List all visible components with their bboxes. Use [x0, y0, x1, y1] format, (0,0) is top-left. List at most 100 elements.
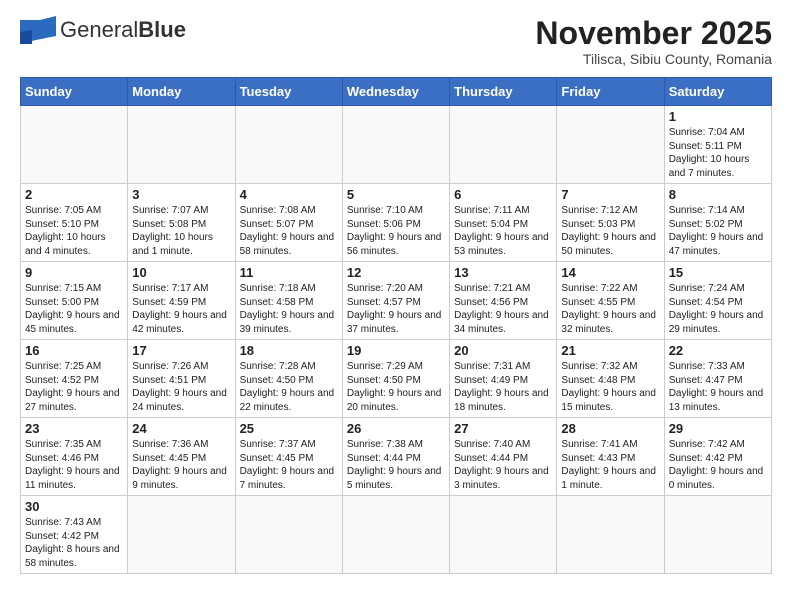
calendar-cell-w5d5	[557, 496, 664, 574]
day-number: 22	[669, 343, 767, 358]
calendar-cell-w2d4: 13Sunrise: 7:21 AM Sunset: 4:56 PM Dayli…	[450, 262, 557, 340]
day-info: Sunrise: 7:31 AM Sunset: 4:49 PM Dayligh…	[454, 360, 552, 414]
calendar-cell-w3d6: 22 Sunrise: 7:33 AM Sunset: 4:47 PM Dayli…	[664, 340, 771, 418]
calendar-cell-w2d0: 9 Sunrise: 7:15 AM Sunset: 5:00 PM Daylig…	[21, 262, 128, 340]
day-info: Sunrise: 7:11 AM Sunset: 5:04 PM Dayligh…	[454, 204, 552, 258]
calendar-cell-w3d2: 18 Sunrise: 7:28 AM Sunset: 4:50 PM Dayli…	[235, 340, 342, 418]
logo-general: General	[60, 17, 138, 42]
day-number: 18	[240, 343, 338, 358]
day-number: 29	[669, 421, 767, 436]
day-number: 26	[347, 421, 445, 436]
day-number: 14	[561, 265, 659, 280]
day-info: Sunrise: 7:15 AM Sunset: 5:00 PM Dayligh…	[25, 282, 123, 336]
day-info: Sunrise: 7:05 AM Sunset: 5:10 PM Dayligh…	[25, 204, 123, 258]
day-info: Sunrise: 7:12 AM Sunset: 5:03 PM Dayligh…	[561, 204, 659, 258]
day-number: 17	[132, 343, 230, 358]
day-info: Sunrise: 7:35 AM Sunset: 4:46 PM Dayligh…	[25, 438, 123, 492]
day-info: Sunrise: 7:14 AM Sunset: 5:02 PM Dayligh…	[669, 204, 767, 258]
calendar-cell-w5d3	[342, 496, 449, 574]
logo-text: GeneralBlue	[60, 19, 186, 41]
day-info: Sunrise: 7:36 AM Sunset: 4:45 PM Dayligh…	[132, 438, 230, 492]
calendar-cell-w1d4: 6Sunrise: 7:11 AM Sunset: 5:04 PM Daylig…	[450, 184, 557, 262]
day-info: Sunrise: 7:20 AM Sunset: 4:57 PM Dayligh…	[347, 282, 445, 336]
logo-icon	[20, 16, 56, 44]
week-row-4: 23Sunrise: 7:35 AM Sunset: 4:46 PM Dayli…	[21, 418, 772, 496]
week-row-1: 2Sunrise: 7:05 AM Sunset: 5:10 PM Daylig…	[21, 184, 772, 262]
day-info: Sunrise: 7:08 AM Sunset: 5:07 PM Dayligh…	[240, 204, 338, 258]
day-number: 25	[240, 421, 338, 436]
calendar-cell-w0d2	[235, 106, 342, 184]
day-info: Sunrise: 7:41 AM Sunset: 4:43 PM Dayligh…	[561, 438, 659, 492]
day-info: Sunrise: 7:37 AM Sunset: 4:45 PM Dayligh…	[240, 438, 338, 492]
day-number: 19	[347, 343, 445, 358]
calendar-cell-w2d3: 12Sunrise: 7:20 AM Sunset: 4:57 PM Dayli…	[342, 262, 449, 340]
calendar-cell-w0d6: 1Sunrise: 7:04 AM Sunset: 5:11 PM Daylig…	[664, 106, 771, 184]
day-info: Sunrise: 7:22 AM Sunset: 4:55 PM Dayligh…	[561, 282, 659, 336]
day-info: Sunrise: 7:40 AM Sunset: 4:44 PM Dayligh…	[454, 438, 552, 492]
calendar-cell-w5d0: 30 Sunrise: 7:43 AM Sunset: 4:42 PM Dayli…	[21, 496, 128, 574]
calendar-cell-w4d6: 29 Sunrise: 7:42 AM Sunset: 4:42 PM Dayli…	[664, 418, 771, 496]
calendar-cell-w2d2: 11Sunrise: 7:18 AM Sunset: 4:58 PM Dayli…	[235, 262, 342, 340]
calendar-cell-w4d1: 24 Sunrise: 7:36 AM Sunset: 4:45 PM Dayli…	[128, 418, 235, 496]
day-info: Sunrise: 7:32 AM Sunset: 4:48 PM Dayligh…	[561, 360, 659, 414]
day-number: 4	[240, 187, 338, 202]
day-number: 7	[561, 187, 659, 202]
calendar-cell-w1d1: 3Sunrise: 7:07 AM Sunset: 5:08 PM Daylig…	[128, 184, 235, 262]
calendar-cell-w0d5	[557, 106, 664, 184]
day-info: Sunrise: 7:38 AM Sunset: 4:44 PM Dayligh…	[347, 438, 445, 492]
page: GeneralBlue November 2025 Tilisca, Sibiu…	[0, 0, 792, 584]
day-info: Sunrise: 7:29 AM Sunset: 4:50 PM Dayligh…	[347, 360, 445, 414]
calendar-cell-w0d1	[128, 106, 235, 184]
title-block: November 2025 Tilisca, Sibiu County, Rom…	[535, 16, 772, 67]
day-number: 11	[240, 265, 338, 280]
day-info: Sunrise: 7:10 AM Sunset: 5:06 PM Dayligh…	[347, 204, 445, 258]
calendar-cell-w0d4	[450, 106, 557, 184]
calendar-cell-w4d2: 25 Sunrise: 7:37 AM Sunset: 4:45 PM Dayli…	[235, 418, 342, 496]
day-number: 9	[25, 265, 123, 280]
calendar-cell-w2d6: 15 Sunrise: 7:24 AM Sunset: 4:54 PM Dayli…	[664, 262, 771, 340]
calendar-cell-w1d6: 8 Sunrise: 7:14 AM Sunset: 5:02 PM Daylig…	[664, 184, 771, 262]
day-number: 20	[454, 343, 552, 358]
weekday-header-friday: Friday	[557, 78, 664, 106]
day-info: Sunrise: 7:24 AM Sunset: 4:54 PM Dayligh…	[669, 282, 767, 336]
weekday-header-wednesday: Wednesday	[342, 78, 449, 106]
week-row-2: 9 Sunrise: 7:15 AM Sunset: 5:00 PM Daylig…	[21, 262, 772, 340]
subtitle: Tilisca, Sibiu County, Romania	[535, 51, 772, 67]
calendar-cell-w3d5: 21 Sunrise: 7:32 AM Sunset: 4:48 PM Dayli…	[557, 340, 664, 418]
week-row-5: 30 Sunrise: 7:43 AM Sunset: 4:42 PM Dayli…	[21, 496, 772, 574]
calendar-cell-w1d5: 7 Sunrise: 7:12 AM Sunset: 5:03 PM Daylig…	[557, 184, 664, 262]
calendar-cell-w0d3	[342, 106, 449, 184]
calendar-cell-w3d3: 19 Sunrise: 7:29 AM Sunset: 4:50 PM Dayli…	[342, 340, 449, 418]
day-info: Sunrise: 7:33 AM Sunset: 4:47 PM Dayligh…	[669, 360, 767, 414]
calendar-cell-w5d6	[664, 496, 771, 574]
calendar-cell-w3d1: 17Sunrise: 7:26 AM Sunset: 4:51 PM Dayli…	[128, 340, 235, 418]
day-number: 27	[454, 421, 552, 436]
weekday-header-saturday: Saturday	[664, 78, 771, 106]
day-number: 21	[561, 343, 659, 358]
day-info: Sunrise: 7:25 AM Sunset: 4:52 PM Dayligh…	[25, 360, 123, 414]
day-number: 13	[454, 265, 552, 280]
calendar: SundayMondayTuesdayWednesdayThursdayFrid…	[20, 77, 772, 574]
day-info: Sunrise: 7:43 AM Sunset: 4:42 PM Dayligh…	[25, 516, 123, 570]
day-info: Sunrise: 7:42 AM Sunset: 4:42 PM Dayligh…	[669, 438, 767, 492]
calendar-cell-w0d0	[21, 106, 128, 184]
weekday-header-thursday: Thursday	[450, 78, 557, 106]
day-number: 5	[347, 187, 445, 202]
calendar-cell-w3d4: 20 Sunrise: 7:31 AM Sunset: 4:49 PM Dayli…	[450, 340, 557, 418]
day-number: 24	[132, 421, 230, 436]
calendar-cell-w5d1	[128, 496, 235, 574]
weekday-header-tuesday: Tuesday	[235, 78, 342, 106]
calendar-cell-w2d1: 10Sunrise: 7:17 AM Sunset: 4:59 PM Dayli…	[128, 262, 235, 340]
day-number: 15	[669, 265, 767, 280]
calendar-cell-w5d2	[235, 496, 342, 574]
calendar-cell-w3d0: 16Sunrise: 7:25 AM Sunset: 4:52 PM Dayli…	[21, 340, 128, 418]
day-info: Sunrise: 7:28 AM Sunset: 4:50 PM Dayligh…	[240, 360, 338, 414]
day-number: 8	[669, 187, 767, 202]
calendar-cell-w1d0: 2Sunrise: 7:05 AM Sunset: 5:10 PM Daylig…	[21, 184, 128, 262]
day-number: 30	[25, 499, 123, 514]
day-number: 3	[132, 187, 230, 202]
weekday-header-sunday: Sunday	[21, 78, 128, 106]
day-info: Sunrise: 7:17 AM Sunset: 4:59 PM Dayligh…	[132, 282, 230, 336]
weekday-header-monday: Monday	[128, 78, 235, 106]
month-title: November 2025	[535, 16, 772, 51]
